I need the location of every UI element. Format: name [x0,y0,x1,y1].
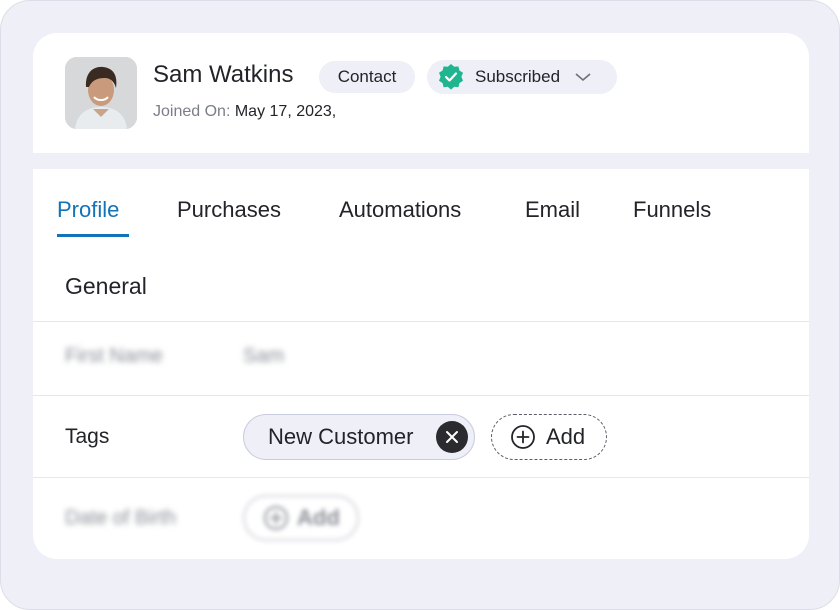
tab-email[interactable]: Email [525,197,580,223]
app-frame: Sam Watkins Contact Subscribed Joined On… [0,0,840,610]
chevron-down-icon [574,71,592,83]
active-tab-indicator [57,234,129,237]
subscription-status-label: Subscribed [475,67,561,86]
tags-label: Tags [65,425,110,448]
divider [33,321,809,322]
section-title-general: General [65,273,147,299]
add-date-of-birth-label: Add [297,505,340,530]
add-tag-button[interactable]: Add [491,414,607,460]
tag-label: New Customer [268,424,414,449]
tab-funnels[interactable]: Funnels [633,197,711,223]
subscription-status-dropdown[interactable]: Subscribed [427,60,617,94]
plus-circle-icon [263,505,289,531]
date-of-birth-label: Date of Birth [65,507,177,529]
divider [33,395,809,396]
avatar-photo [65,57,137,129]
contact-header: Sam Watkins Contact Subscribed Joined On… [33,33,809,153]
tab-automations[interactable]: Automations [339,197,461,223]
add-date-of-birth-button[interactable]: Add [243,495,359,541]
contact-name: Sam Watkins [153,61,294,88]
verified-badge-icon [437,63,465,91]
joined-date: Joined On: May 17, 2023, [153,103,336,121]
joined-value: May 17, 2023, [234,103,337,120]
tab-purchases[interactable]: Purchases [177,197,281,223]
tag-chip[interactable]: New Customer [243,414,475,460]
first-name-label: First Name [65,345,163,367]
tab-profile[interactable]: Profile [57,197,119,223]
first-name-value[interactable]: Sam [243,345,284,368]
avatar [65,57,137,129]
divider [33,477,809,478]
section-separator [33,153,809,169]
close-circle-icon[interactable] [436,421,468,453]
tab-bar: Profile Purchases Automations Email Funn… [33,169,809,241]
contact-type-badge: Contact [319,61,415,93]
add-tag-label: Add [546,424,586,449]
contact-card: Sam Watkins Contact Subscribed Joined On… [33,33,809,559]
plus-circle-icon [510,424,536,450]
joined-label: Joined On: [153,103,231,120]
